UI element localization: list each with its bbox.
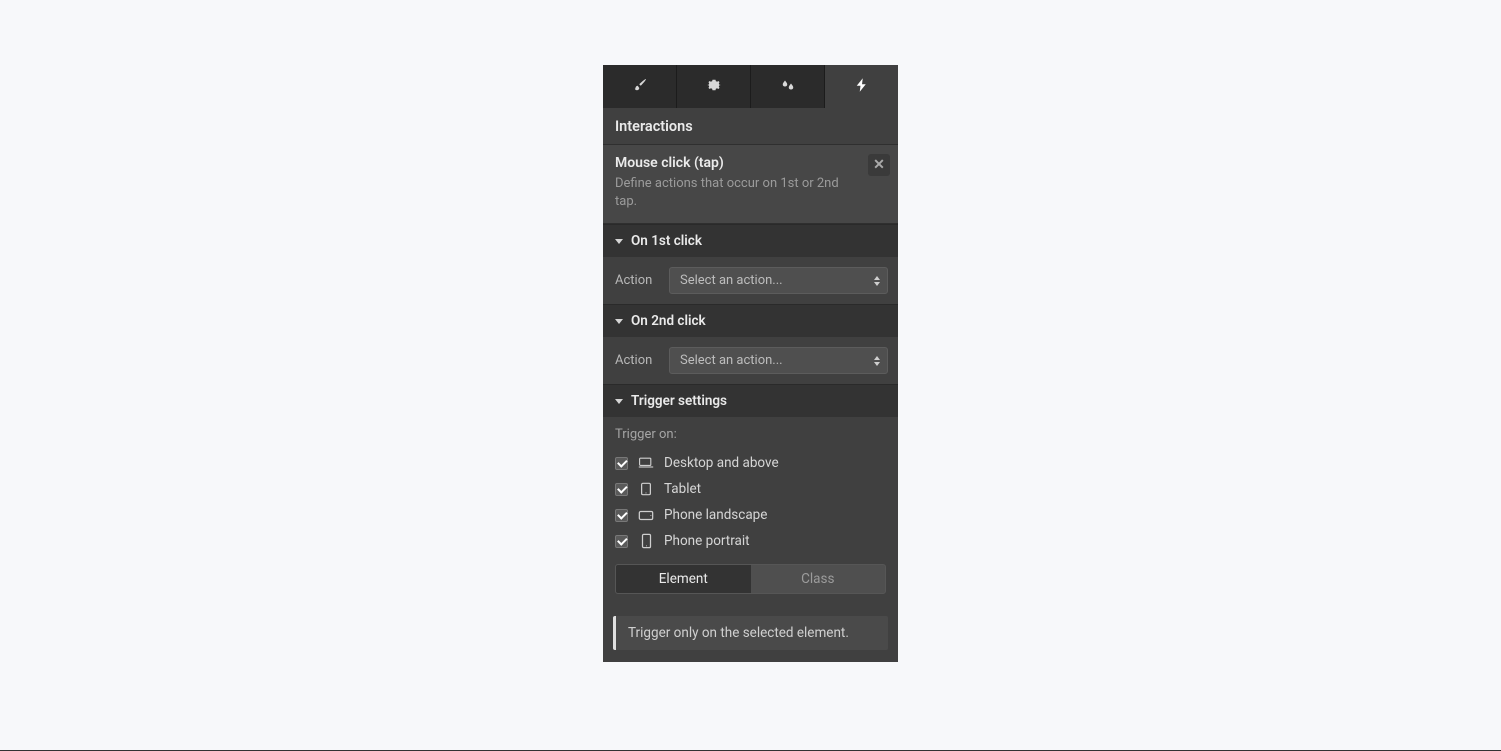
tab-settings[interactable] xyxy=(677,65,751,108)
trigger-card: Mouse click (tap) Define actions that oc… xyxy=(603,144,898,224)
checkbox-desktop[interactable] xyxy=(615,457,628,470)
section-header-first-click[interactable]: On 1st click xyxy=(603,224,898,257)
toggle-class[interactable]: Class xyxy=(751,565,886,593)
select-value: Select an action... xyxy=(680,273,783,288)
caret-down-icon xyxy=(615,319,623,324)
breakpoint-row-desktop: Desktop and above xyxy=(615,450,886,476)
caret-down-icon xyxy=(615,399,623,404)
trigger-on-label: Trigger on: xyxy=(615,427,886,442)
breakpoint-row-tablet: Tablet xyxy=(615,476,886,502)
breakpoint-row-phone-landscape: Phone landscape xyxy=(615,502,886,528)
tablet-icon xyxy=(638,482,654,496)
second-click-action-select[interactable]: Select an action... xyxy=(669,347,888,374)
breakpoint-label: Desktop and above xyxy=(664,455,779,471)
tab-interactions[interactable] xyxy=(825,65,898,108)
section-header-label: On 2nd click xyxy=(631,313,706,329)
tab-effects[interactable] xyxy=(751,65,825,108)
checkbox-phone-portrait[interactable] xyxy=(615,535,628,548)
breakpoint-label: Phone portrait xyxy=(664,533,750,549)
section-header-label: On 1st click xyxy=(631,233,702,249)
tab-style[interactable] xyxy=(603,65,677,108)
first-click-action-row: Action Select an action... xyxy=(603,257,898,304)
action-label: Action xyxy=(615,353,659,368)
checkbox-tablet[interactable] xyxy=(615,483,628,496)
panel-tabs xyxy=(603,65,898,108)
panel-title: Interactions xyxy=(603,108,898,144)
brush-icon xyxy=(631,76,649,98)
close-icon: ✕ xyxy=(873,157,885,173)
phone-portrait-icon xyxy=(638,534,654,548)
section-header-trigger-settings[interactable]: Trigger settings xyxy=(603,384,898,417)
trigger-settings-body: Trigger on: Desktop and above Tablet Pho… xyxy=(603,417,898,606)
breakpoint-label: Phone landscape xyxy=(664,507,767,523)
checkbox-phone-landscape[interactable] xyxy=(615,509,628,522)
drops-icon xyxy=(779,76,797,98)
element-class-toggle: Element Class xyxy=(615,564,886,594)
trigger-info: Trigger only on the selected element. xyxy=(613,616,888,650)
interactions-panel: Interactions Mouse click (tap) Define ac… xyxy=(603,65,898,662)
section-header-second-click[interactable]: On 2nd click xyxy=(603,304,898,337)
gear-icon xyxy=(705,76,723,98)
first-click-action-select[interactable]: Select an action... xyxy=(669,267,888,294)
breakpoint-row-phone-portrait: Phone portrait xyxy=(615,528,886,554)
section-header-label: Trigger settings xyxy=(631,393,727,409)
breakpoint-label: Tablet xyxy=(664,481,701,497)
desktop-icon xyxy=(638,456,654,470)
toggle-element[interactable]: Element xyxy=(616,565,751,593)
phone-landscape-icon xyxy=(638,508,654,522)
second-click-action-row: Action Select an action... xyxy=(603,337,898,384)
lightning-icon xyxy=(853,76,871,98)
action-label: Action xyxy=(615,273,659,288)
caret-down-icon xyxy=(615,239,623,244)
trigger-title: Mouse click (tap) xyxy=(615,155,886,171)
trigger-description: Define actions that occur on 1st or 2nd … xyxy=(615,175,886,211)
select-value: Select an action... xyxy=(680,353,783,368)
remove-trigger-button[interactable]: ✕ xyxy=(868,154,890,176)
